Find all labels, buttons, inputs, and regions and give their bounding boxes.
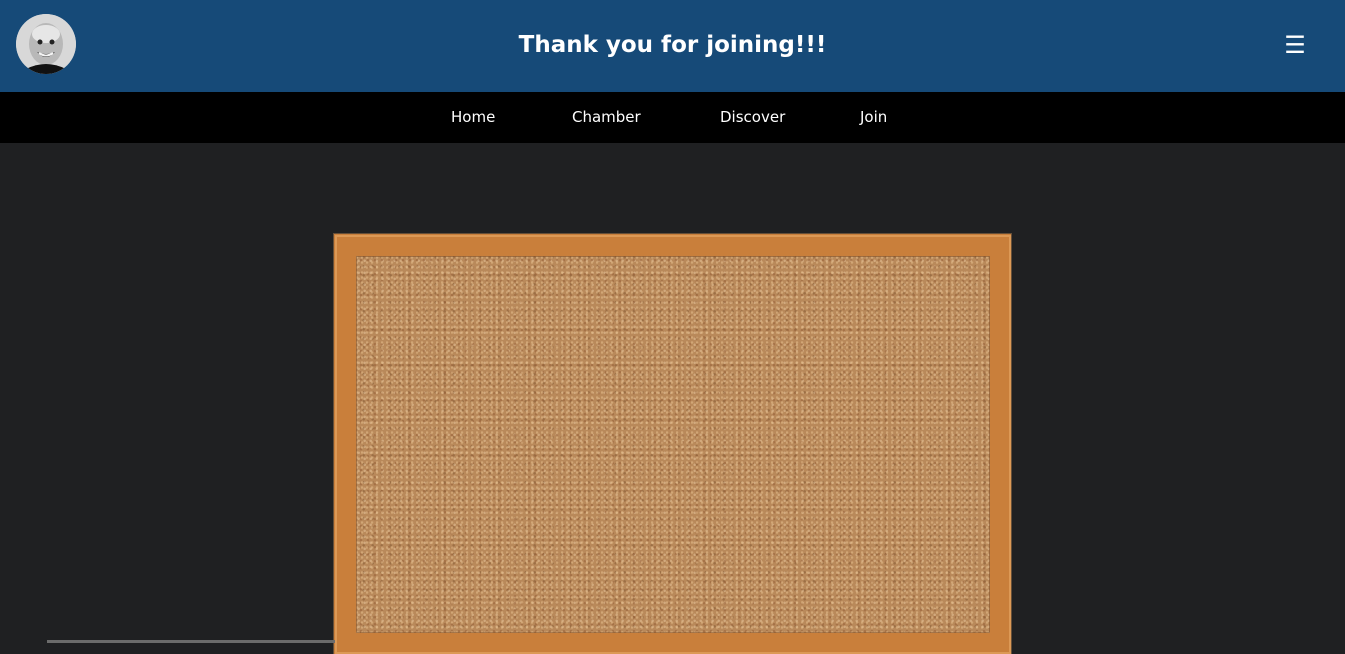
- hamburger-menu-button[interactable]: ☰: [1278, 28, 1312, 62]
- hamburger-icon: ☰: [1284, 31, 1306, 59]
- corkboard-image: [334, 234, 1011, 654]
- nav-item-join[interactable]: Join: [860, 92, 887, 143]
- main-navigation: Home Chamber Discover Join: [0, 92, 1345, 143]
- nav-item-chamber[interactable]: Chamber: [572, 92, 641, 143]
- site-header: Thank you for joining!!! ☰: [0, 0, 1345, 92]
- nav-item-home[interactable]: Home: [451, 92, 495, 143]
- nav-item-discover[interactable]: Discover: [720, 92, 785, 143]
- page-title: Thank you for joining!!!: [518, 32, 827, 58]
